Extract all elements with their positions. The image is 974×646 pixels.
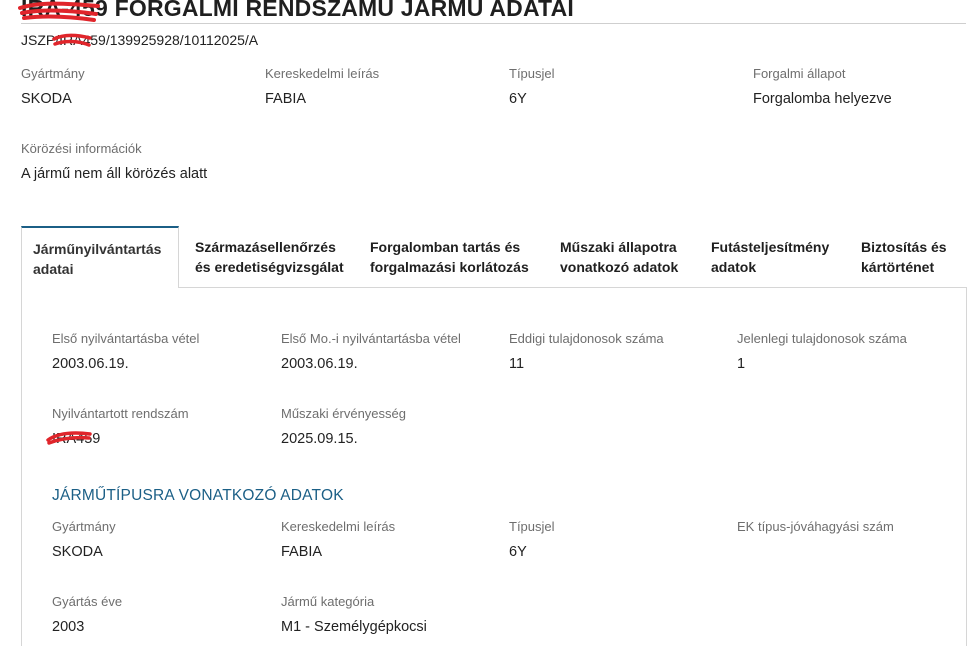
first-hu-registration-field: Első Mo.-i nyilvántartásba vétel 2003.06… bbox=[281, 331, 461, 372]
summary-make-field: Gyártmány SKODA bbox=[21, 66, 85, 107]
field-value: 2003.06.19. bbox=[52, 356, 129, 372]
previous-owners-field: Eddigi tulajdonosok száma 11 bbox=[509, 331, 664, 372]
field-value: M1 - Személygépkocsi bbox=[281, 619, 427, 635]
field-value: 6Y bbox=[509, 91, 527, 107]
summary-traffic-status-field: Forgalmi állapot Forgalomba helyezve bbox=[753, 66, 892, 107]
field-value: 11 bbox=[509, 356, 525, 372]
field-label: Műszaki érvényesség bbox=[281, 406, 406, 421]
production-year-field: Gyártás éve 2003 bbox=[52, 594, 122, 635]
tab-insurance-claims[interactable]: Biztosítás és kártörténet bbox=[861, 226, 967, 288]
wanted-info-field: Körözési információk A jármű nem áll kör… bbox=[21, 141, 207, 182]
field-value: 2025.09.15. bbox=[281, 431, 358, 447]
title-divider bbox=[21, 23, 966, 24]
summary-trade-name-field: Kereskedelmi leírás FABIA bbox=[265, 66, 379, 107]
ec-type-approval-field: EK típus-jóváhagyási szám bbox=[737, 519, 894, 544]
field-label: Gyártmány bbox=[21, 66, 85, 81]
tab-technical-condition[interactable]: Műszaki állapotra vonatkozó adatok bbox=[560, 226, 700, 288]
technical-validity-field: Műszaki érvényesség 2025.09.15. bbox=[281, 406, 406, 447]
field-label: Nyilvántartott rendszám bbox=[52, 406, 189, 421]
tab-traffic-restrictions[interactable]: Forgalomban tartás és forgalmazási korlá… bbox=[370, 226, 550, 288]
tab-bar: Járműnyilvántartás adatai Származásellen… bbox=[21, 226, 967, 288]
field-label: Körözési információk bbox=[21, 141, 142, 156]
tab-label-line: adatok bbox=[711, 259, 757, 275]
field-value: 2003 bbox=[52, 619, 85, 635]
field-value: 6Y bbox=[509, 544, 527, 560]
field-label: Eddigi tulajdonosok száma bbox=[509, 331, 664, 346]
type-make-field: Gyártmány SKODA bbox=[52, 519, 116, 560]
tab-label-line: Járműnyilvántartás bbox=[33, 241, 162, 257]
tab-label-line: Származásellenőrzés bbox=[195, 239, 336, 255]
field-label: Gyártmány bbox=[52, 519, 116, 534]
field-value: FABIA bbox=[265, 91, 307, 107]
field-label: Jelenlegi tulajdonosok száma bbox=[737, 331, 907, 346]
tab-label-line: forgalmazási korlátozás bbox=[370, 259, 529, 275]
field-label: Első nyilvántartásba vétel bbox=[52, 331, 200, 346]
tab-label-line: és eredetiségvizsgálat bbox=[195, 259, 344, 275]
summary-type-code-field: Típusjel 6Y bbox=[509, 66, 555, 107]
field-value: 2003.06.19. bbox=[281, 356, 358, 372]
tab-label-line: Futásteljesítmény bbox=[711, 239, 830, 255]
vehicle-category-field: Jármű kategória M1 - Személygépkocsi bbox=[281, 594, 427, 635]
field-label: Első Mo.-i nyilvántartásba vétel bbox=[281, 331, 461, 346]
field-value: Forgalomba helyezve bbox=[753, 91, 892, 107]
field-value: SKODA bbox=[21, 91, 72, 107]
field-value: FABIA bbox=[281, 544, 323, 560]
field-label: Kereskedelmi leírás bbox=[281, 519, 396, 534]
tab-label-line: Forgalomban tartás és bbox=[370, 239, 521, 255]
tab-registration-data[interactable]: Járműnyilvántartás adatai bbox=[21, 226, 179, 288]
type-code-field: Típusjel 6Y bbox=[509, 519, 555, 560]
tab-mileage[interactable]: Futásteljesítmény adatok bbox=[711, 226, 851, 288]
type-trade-name-field: Kereskedelmi leírás FABIA bbox=[281, 519, 395, 560]
document-id: JSZP/IRA459/139925928/10112025/A bbox=[21, 32, 259, 48]
field-label: Típusjel bbox=[509, 66, 555, 81]
field-value: IRA459 bbox=[52, 431, 101, 447]
tab-label-line: adatai bbox=[33, 261, 74, 277]
tab-label-line: Műszaki állapotra bbox=[560, 239, 677, 255]
page-title: IRA-459 FORGALMI RENDSZÁMÚ JÁRMŰ ADATAI bbox=[21, 0, 574, 21]
tab-label-line: kártörténet bbox=[861, 259, 935, 275]
field-value: SKODA bbox=[52, 544, 103, 560]
field-label: Kereskedelmi leírás bbox=[265, 66, 380, 81]
registered-plate-field: Nyilvántartott rendszám IRA459 bbox=[52, 406, 189, 447]
vehicle-type-section-title: JÁRMŰTÍPUSRA VONATKOZÓ ADATOK bbox=[52, 487, 344, 504]
tab-label-line: Biztosítás és bbox=[861, 239, 947, 255]
field-value: A jármű nem áll körözés alatt bbox=[21, 166, 208, 182]
field-label: Forgalmi állapot bbox=[753, 66, 846, 81]
current-owners-field: Jelenlegi tulajdonosok száma 1 bbox=[737, 331, 907, 372]
field-label: Jármű kategória bbox=[281, 594, 375, 609]
tab-label-line: vonatkozó adatok bbox=[560, 259, 679, 275]
first-registration-field: Első nyilvántartásba vétel 2003.06.19. bbox=[52, 331, 199, 372]
field-label: EK típus-jóváhagyási szám bbox=[737, 519, 894, 534]
field-label: Gyártás éve bbox=[52, 594, 123, 609]
field-label: Típusjel bbox=[509, 519, 555, 534]
tab-origin-check[interactable]: Származásellenőrzés és eredetiségvizsgál… bbox=[195, 226, 365, 288]
field-value: 1 bbox=[737, 356, 746, 372]
